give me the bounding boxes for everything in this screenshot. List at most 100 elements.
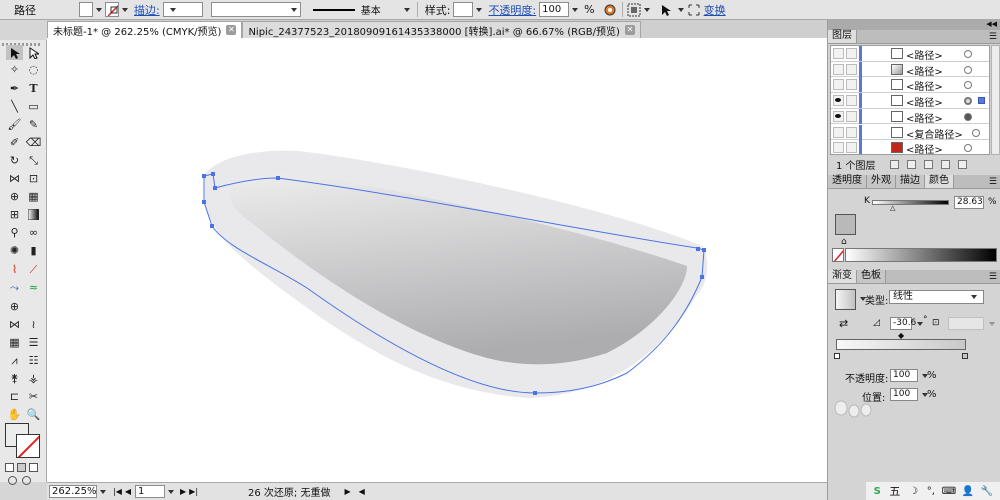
envelope-tool-icon[interactable]: ⋈ [6, 317, 23, 332]
lock-toggle[interactable] [846, 126, 857, 138]
measure-tool-icon[interactable]: ⚶ [25, 371, 42, 386]
wave-tool-icon[interactable]: ≈ [25, 280, 42, 295]
target-icon[interactable] [964, 81, 972, 90]
visibility-toggle[interactable] [833, 126, 844, 138]
stroke-weight-field[interactable] [162, 2, 203, 17]
panel-collapse-bar[interactable]: ◀◀ [828, 20, 1000, 30]
perspective-grid-tool-icon[interactable]: ▦ [25, 189, 42, 204]
eyedropper-tool-icon[interactable]: ⚲ [6, 225, 23, 240]
status-menu-icon[interactable]: ▶ [344, 487, 350, 496]
selection-tool-icon[interactable] [6, 45, 23, 60]
new-sublayer-icon[interactable] [923, 159, 933, 169]
lock-toggle[interactable] [846, 110, 857, 122]
make-clipping-mask-icon[interactable] [906, 159, 916, 169]
brush-profile-dropdown-icon[interactable] [403, 7, 410, 12]
locate-object-icon[interactable] [889, 159, 899, 169]
target-icon[interactable] [964, 112, 972, 121]
k-slider-thumb-icon[interactable]: △ [890, 204, 895, 212]
crosshair-tool-icon[interactable]: ⊕ [6, 299, 23, 314]
none-color-icon[interactable] [832, 248, 844, 262]
tab-untitled-1[interactable]: 未标题-1* @ 262.25% (CMYK/预览) ✕ [47, 21, 243, 38]
column-graph-tool-icon[interactable]: ▮ [25, 243, 42, 258]
moon-icon[interactable]: ☽ [908, 485, 918, 497]
layer-row[interactable]: <复合路径> [831, 124, 989, 141]
layer-name[interactable]: <复合路径> [906, 126, 963, 141]
visibility-toggle[interactable] [833, 79, 844, 91]
gradient-stop-start[interactable] [834, 353, 840, 359]
angle-input[interactable]: -30.6 [890, 317, 916, 330]
last-page-icon[interactable]: ▶| [189, 487, 198, 496]
ime-mode-label[interactable]: 五 [889, 483, 900, 499]
target-icon[interactable] [964, 97, 972, 106]
default-colors-icon[interactable] [5, 463, 14, 472]
free-transform-tool-icon[interactable]: ⊡ [25, 171, 42, 186]
stroke-swatch[interactable] [16, 434, 40, 458]
none-mode-icon[interactable] [29, 463, 38, 472]
opacity-dropdown-icon[interactable] [572, 7, 579, 12]
visibility-toggle[interactable] [833, 142, 844, 154]
graphic-style-dropdown-icon[interactable] [476, 7, 483, 12]
page-dropdown-icon[interactable] [168, 489, 175, 494]
crop-tool-icon[interactable]: ⊏ [6, 389, 23, 404]
zoom-tool-icon[interactable]: 🔍 [25, 407, 42, 422]
layer-row[interactable]: <路径> [831, 61, 989, 78]
lock-toggle[interactable] [846, 95, 857, 107]
layers-scrollbar[interactable] [991, 45, 1000, 155]
blob-brush-tool-icon[interactable]: ✐ [6, 135, 23, 150]
status-scroll-left-icon[interactable]: ◀ [359, 487, 365, 496]
stroke-dropdown-icon[interactable] [122, 7, 128, 12]
target-icon[interactable] [964, 65, 972, 74]
graphic-style-box[interactable] [453, 2, 474, 17]
recolor-artwork-icon[interactable] [602, 3, 618, 17]
tab-swatches[interactable]: 色板 [857, 270, 886, 283]
target-icon[interactable] [964, 50, 972, 58]
lock-toggle[interactable] [846, 48, 857, 59]
k-slider[interactable] [872, 200, 949, 205]
wrench-icon[interactable]: 🔧 [981, 485, 993, 497]
rotate-tool-icon[interactable]: ↻ [6, 153, 23, 168]
gradient-tool-icon[interactable] [25, 207, 42, 222]
list-tool-icon[interactable]: ☷ [25, 353, 42, 368]
scribble-tool-icon[interactable]: ☰ [25, 335, 42, 350]
mesh-tool-icon[interactable]: ⊞ [6, 207, 23, 222]
visibility-toggle[interactable] [833, 95, 844, 107]
selection-indicator[interactable] [978, 97, 985, 105]
color-spectrum-ramp[interactable] [845, 248, 997, 262]
layer-row[interactable]: <路径> [831, 46, 989, 62]
paintbrush-tool-icon[interactable]: 🖌 [6, 117, 23, 132]
lock-toggle[interactable] [846, 142, 857, 154]
gradient-mode-icon[interactable] [17, 463, 26, 472]
panel-menu-icon[interactable]: ☰ [989, 176, 997, 188]
out-of-gamut-icon[interactable]: ⌂ [841, 237, 847, 247]
draw-normal-icon[interactable] [8, 476, 17, 485]
visibility-toggle[interactable] [833, 63, 844, 75]
rectangle-tool-icon[interactable]: ▭ [25, 99, 42, 114]
magic-wand-tool-icon[interactable]: ✧ [6, 62, 23, 77]
layer-row[interactable]: <路径> [831, 108, 989, 125]
fill-dropdown-icon[interactable] [96, 7, 102, 12]
pencil-tool-icon[interactable]: ✎ [25, 117, 42, 132]
stop-location-input[interactable]: 100 [890, 388, 918, 401]
hand-tool-icon[interactable]: ✋ [6, 407, 23, 422]
layer-name[interactable]: <路径> [906, 78, 943, 93]
tab-appearance[interactable]: 外观 [867, 175, 896, 188]
visibility-toggle[interactable] [833, 48, 844, 59]
target-icon[interactable] [964, 144, 972, 153]
align-dropdown-icon[interactable] [643, 7, 650, 12]
layer-name[interactable]: <路径> [906, 47, 943, 62]
keyboard-icon[interactable]: ⌨ [942, 485, 956, 497]
layer-name[interactable]: <路径> [906, 63, 943, 78]
page-field[interactable]: 1 [135, 485, 166, 498]
warp-tool-icon[interactable]: ≀ [25, 317, 42, 332]
zoom-dropdown-icon[interactable] [100, 489, 106, 494]
tab-color[interactable]: 颜色 [925, 175, 954, 188]
line-tool-icon[interactable]: ╲ [6, 99, 23, 114]
chart-line-tool-icon[interactable]: ⩘ [6, 353, 23, 368]
prev-page-icon[interactable]: ◀ [125, 487, 131, 496]
k-value-input[interactable]: 28.63 [954, 196, 984, 209]
variable-width-field[interactable] [210, 2, 301, 17]
new-layer-icon[interactable] [940, 159, 950, 169]
transform-link[interactable]: 变换 [704, 2, 726, 18]
isolate-icon[interactable] [687, 3, 701, 17]
layer-name[interactable]: <路径> [906, 110, 943, 125]
